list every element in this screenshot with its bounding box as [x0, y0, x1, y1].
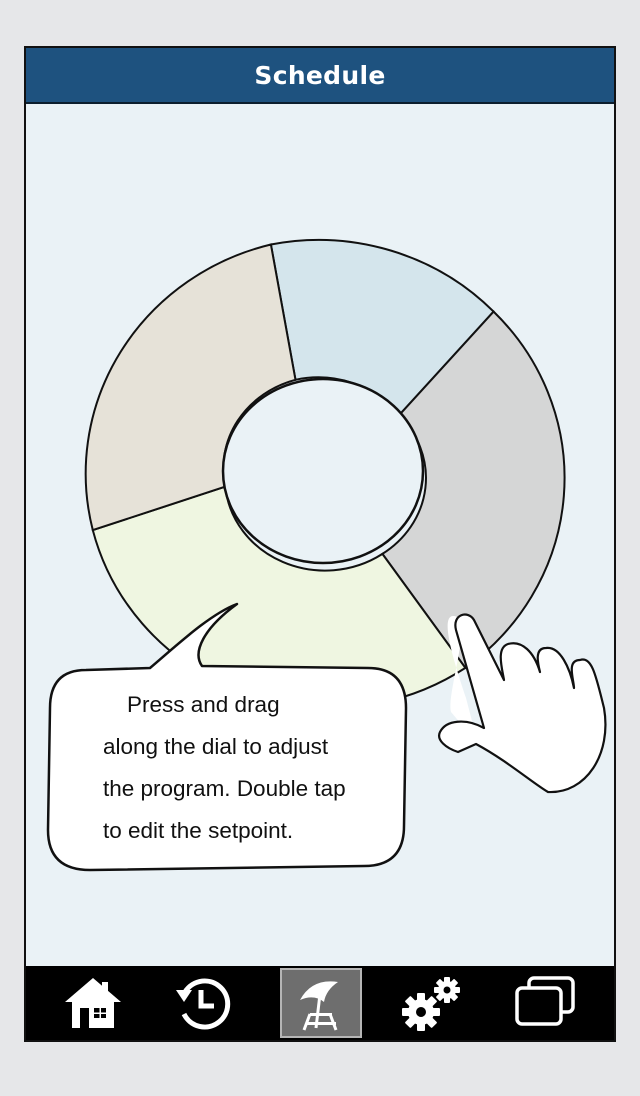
bottom-navbar [26, 966, 614, 1040]
app-screen: Schedule Press and drag along the dial t… [24, 46, 616, 1042]
pointing-hand-icon [438, 613, 607, 794]
home-icon [65, 978, 121, 1028]
tooltip-line-1: Press and drag [127, 692, 280, 717]
dial-center[interactable] [221, 377, 425, 565]
tooltip-line-3: the program. Double tap [103, 776, 346, 801]
schedule-dial-layer [46, 238, 607, 872]
nav-vacation-button[interactable] [280, 968, 362, 1038]
schedule-dial[interactable] [84, 238, 566, 710]
nav-home-button[interactable] [52, 968, 134, 1038]
tooltip-line-2: along the dial to adjust [103, 734, 329, 759]
windows-icon [515, 976, 575, 1026]
nav-windows-button[interactable] [504, 968, 586, 1038]
tooltip-text: Press and drag along the dial to adjust … [103, 684, 403, 852]
settings-gears-icon [402, 977, 460, 1031]
tooltip-line-4: to edit the setpoint. [103, 818, 294, 843]
nav-history-button[interactable] [162, 968, 244, 1038]
history-icon [176, 978, 231, 1030]
nav-settings-button[interactable] [392, 968, 474, 1038]
vacation-umbrella-icon [300, 981, 338, 1031]
